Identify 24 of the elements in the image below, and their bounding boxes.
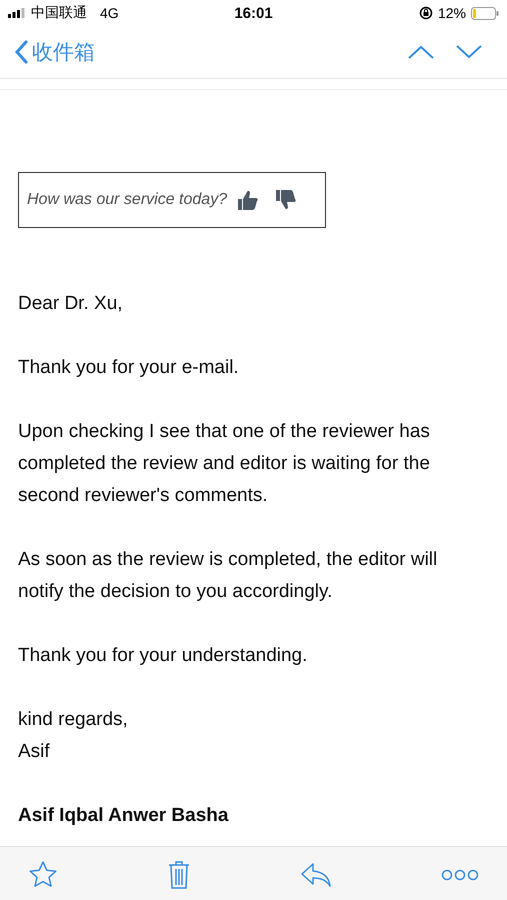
back-button[interactable]: 收件箱 [14,38,95,66]
signal-icon [8,8,26,18]
network-type: 4G [100,5,119,21]
carrier-name: 中国联通 [31,4,87,22]
battery-percent: 12% [438,5,466,21]
delete-button[interactable] [167,860,191,890]
clock: 16:01 [234,4,273,22]
closing-line: kind regards, [18,708,129,732]
sender-name: Asif Iqbal Anwer Basha [18,804,230,828]
star-button[interactable] [28,860,58,890]
battery-icon [471,6,499,20]
email-paragraph: Upon checking I see that one of the reviewer has completed the review and editor is waiting for the second reviewer's comments. [18,420,431,508]
email-paragraph: Dear Dr. Xu, [18,292,124,316]
thumbs-down-icon[interactable] [275,189,298,211]
feedback-question: How was our service today? [27,191,228,209]
closing-line: Asif [18,740,51,764]
email-paragraph: Thank you for your understanding. [18,644,308,668]
reply-button[interactable] [300,860,332,888]
rotation-lock-icon [418,6,433,20]
email-paragraph: As soon as the review is completed, the editor will notify the decision to you accordingly. [18,548,438,604]
chevron-left-icon [14,40,28,64]
email-paragraph: Thank you for your e-mail. [18,356,240,380]
thumbs-up-icon[interactable] [237,189,260,211]
more-button[interactable] [441,868,479,880]
